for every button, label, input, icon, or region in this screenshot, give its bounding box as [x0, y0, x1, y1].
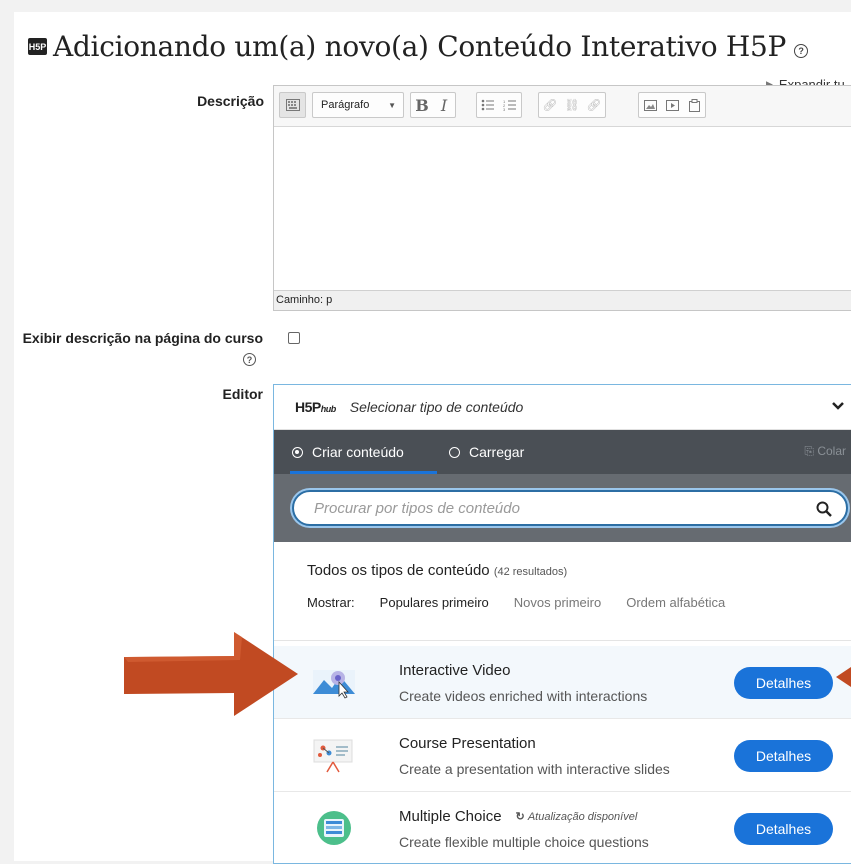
- media-group: [638, 92, 706, 118]
- h5p-hub-logo: H5Phub: [295, 399, 336, 415]
- multiple-choice-icon: [312, 810, 352, 846]
- editor-path-status: Caminho: p: [274, 290, 851, 310]
- annotation-arrow-right-icon: [836, 667, 851, 687]
- details-button[interactable]: Detalhes: [734, 667, 833, 699]
- tab-upload-label: Carregar: [469, 444, 525, 460]
- content-type-name: Course Presentation: [399, 735, 536, 752]
- dropdown-arrow-icon: ▼: [388, 100, 396, 110]
- paste-button[interactable]: ⎘ Colar: [804, 444, 846, 459]
- chevron-down-icon[interactable]: [832, 397, 844, 413]
- numbered-list-icon[interactable]: 123: [499, 93, 521, 117]
- show-description-checkbox[interactable]: [288, 332, 300, 344]
- content-type-name: Interactive Video: [399, 662, 511, 679]
- editor-toolbar: Parágrafo ▼ B I 123 🔗︎ ⛓︎ 🔗︎: [274, 86, 851, 127]
- content-type-name: Multiple Choice ↻ Atualização disponível: [399, 808, 637, 825]
- show-description-label: Exibir descrição na página do curso: [22, 330, 263, 346]
- tab-create-label: Criar conteúdo: [312, 444, 404, 460]
- anchor-icon[interactable]: 🔗︎: [583, 93, 605, 117]
- h5p-logo-icon: H5P: [28, 38, 47, 55]
- content-type-name-text: Multiple Choice: [399, 808, 502, 825]
- list-item[interactable]: Course Presentation Create a presentatio…: [274, 719, 851, 792]
- sort-newest[interactable]: Novos primeiro: [514, 595, 601, 610]
- svg-text:3: 3: [503, 107, 506, 111]
- radio-selected-icon: [292, 446, 303, 458]
- interactive-video-icon: [312, 664, 355, 700]
- update-available[interactable]: ↻ Atualização disponível: [516, 810, 638, 823]
- content-type-desc: Create videos enriched with interactions: [399, 688, 648, 704]
- sort-alphabetical[interactable]: Ordem alfabética: [626, 595, 725, 610]
- content-type-search: [292, 490, 848, 526]
- search-band: [274, 474, 851, 542]
- search-input[interactable]: [312, 498, 796, 518]
- hub-select-title: Selecionar tipo de conteúdo: [349, 399, 524, 415]
- content-type-desc: Create a presentation with interactive s…: [399, 761, 670, 777]
- keyboard-icon: [285, 99, 300, 111]
- list-item[interactable]: Interactive Video Create videos enriched…: [274, 646, 851, 719]
- manage-files-icon[interactable]: [683, 93, 705, 117]
- text-style-group: B I: [410, 92, 456, 118]
- tab-upload[interactable]: Carregar: [449, 430, 524, 474]
- result-count: (42 resultados): [493, 566, 568, 578]
- all-content-types-title: Todos os tipos de conteúdo (42 resultado…: [307, 562, 567, 579]
- content-type-desc: Create flexible multiple choice question…: [399, 834, 649, 850]
- annotation-arrow-icon: [124, 632, 298, 716]
- search-icon[interactable]: [816, 501, 832, 522]
- link-group: 🔗︎ ⛓︎ 🔗︎: [538, 92, 606, 118]
- link-icon[interactable]: 🔗︎: [539, 93, 561, 117]
- all-types-label: Todos os tipos de conteúdo: [307, 562, 490, 579]
- format-select-value: Parágrafo: [321, 99, 370, 111]
- hub-header[interactable]: H5Phub Selecionar tipo de conteúdo: [274, 385, 851, 430]
- refresh-icon: ↻: [515, 811, 528, 823]
- bold-button[interactable]: B: [411, 93, 433, 117]
- content-list-header: Todos os tipos de conteúdo (42 resultado…: [274, 542, 851, 641]
- radio-icon: [449, 446, 460, 458]
- description-textarea[interactable]: [274, 127, 851, 291]
- clipboard-icon: ⎘: [804, 444, 818, 458]
- tab-create-content[interactable]: Criar conteúdo: [292, 430, 404, 474]
- unlink-icon[interactable]: ⛓︎: [561, 93, 583, 117]
- media-icon[interactable]: [661, 93, 683, 117]
- help-icon[interactable]: ?: [794, 43, 809, 58]
- editor-label: Editor: [222, 386, 263, 402]
- description-label: Descrição: [197, 93, 264, 109]
- image-icon[interactable]: [639, 93, 661, 117]
- sort-options: Mostrar: Populares primeiro Novos primei…: [307, 595, 750, 610]
- hub-logo-suffix: hub: [320, 404, 337, 414]
- paragraph-format-select[interactable]: Parágrafo ▼: [312, 92, 404, 118]
- details-button[interactable]: Detalhes: [734, 813, 833, 845]
- sort-popular[interactable]: Populares primeiro: [380, 595, 489, 610]
- list-group: 123: [476, 92, 522, 118]
- show-label: Mostrar:: [307, 595, 355, 610]
- keyboard-toggle-button[interactable]: [279, 92, 306, 118]
- h5p-hub: H5Phub Selecionar tipo de conteúdo Criar…: [273, 384, 851, 864]
- hub-tabs: Criar conteúdo Carregar ⎘ Colar: [274, 430, 851, 474]
- list-item[interactable]: Multiple Choice ↻ Atualização disponível…: [274, 792, 851, 863]
- page-heading: H5P Adicionando um(a) novo(a) Conteúdo I…: [28, 30, 809, 63]
- description-editor: Parágrafo ▼ B I 123 🔗︎ ⛓︎ 🔗︎ Caminho: p: [273, 85, 851, 311]
- help-icon[interactable]: ?: [243, 353, 256, 366]
- update-available-label: Atualização disponível: [527, 811, 638, 823]
- page-title: Adicionando um(a) novo(a) Conteúdo Inter…: [53, 30, 787, 63]
- italic-button[interactable]: I: [433, 93, 455, 117]
- hub-logo-text: H5P: [295, 399, 321, 415]
- bullet-list-icon[interactable]: [477, 93, 499, 117]
- course-presentation-icon: [312, 737, 353, 773]
- paste-label: Colar: [817, 444, 846, 458]
- details-button[interactable]: Detalhes: [734, 740, 833, 772]
